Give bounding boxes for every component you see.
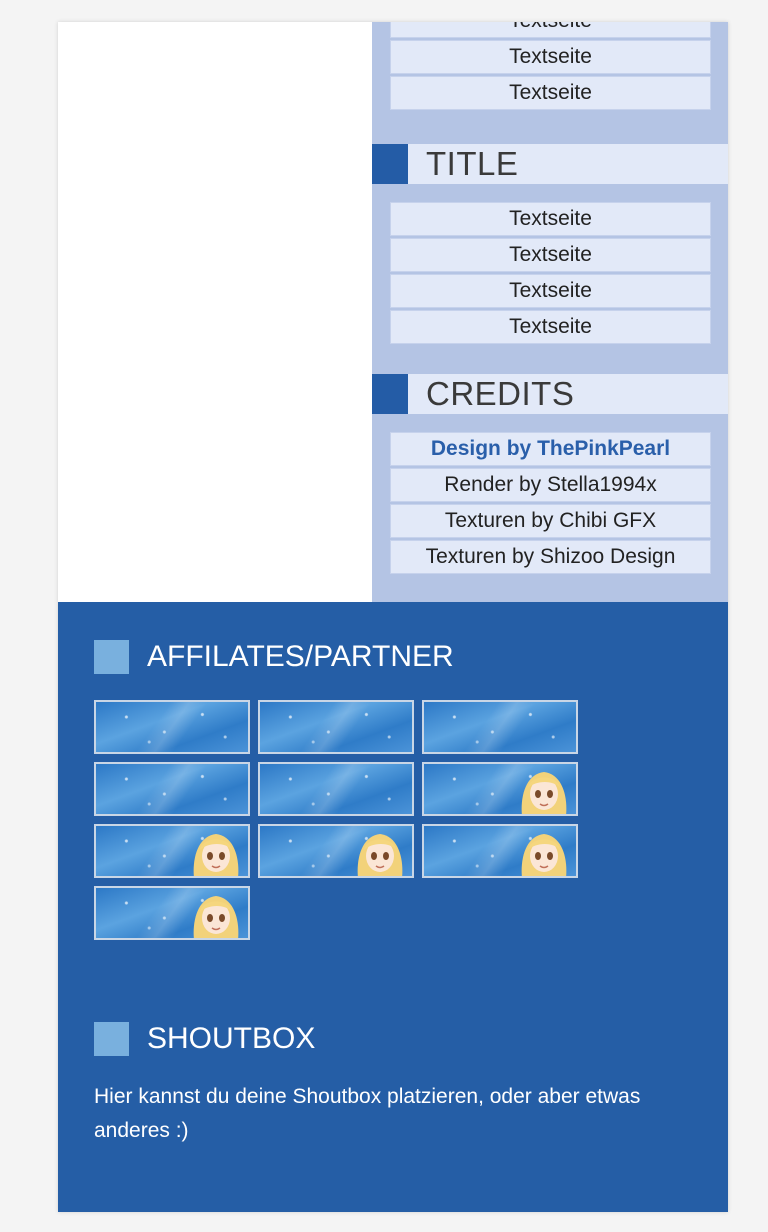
affiliate-banner[interactable]	[422, 700, 578, 754]
nav-list-title: Textseite Textseite Textseite Textseite	[390, 202, 711, 346]
sidebar: Textseite Textseite Textseite TITLE Text…	[372, 22, 728, 602]
credit-item: Texturen by Shizoo Design	[390, 540, 711, 574]
credit-design-link[interactable]: Design by ThePinkPearl	[390, 432, 711, 466]
anime-character-icon	[357, 834, 403, 876]
shoutbox-title: SHOUTBOX	[147, 1022, 316, 1055]
nav-item[interactable]: Textseite	[390, 202, 711, 236]
footer: AFFILATES/PARTNER SHOUTBOX Hier kannst d…	[58, 602, 728, 1212]
anime-character-icon	[193, 834, 239, 876]
affiliate-banner[interactable]	[258, 824, 414, 878]
affiliate-banner[interactable]	[258, 700, 414, 754]
heading-square-icon	[94, 640, 129, 674]
section-marker	[372, 374, 408, 414]
nav-item[interactable]: Textseite	[390, 310, 711, 344]
section-title-credits: CREDITS	[372, 374, 728, 414]
credit-item: Render by Stella1994x	[390, 468, 711, 502]
anime-character-icon	[521, 834, 567, 876]
anime-character-icon	[193, 896, 239, 938]
affiliate-banner[interactable]	[422, 762, 578, 816]
page-container: Textseite Textseite Textseite TITLE Text…	[58, 22, 728, 1212]
affiliate-banner[interactable]	[94, 886, 250, 940]
affiliate-banner[interactable]	[94, 762, 250, 816]
affiliates-title: AFFILATES/PARTNER	[147, 640, 454, 673]
section-heading: TITLE	[426, 145, 519, 182]
nav-item[interactable]: Textseite	[390, 76, 711, 110]
nav-item[interactable]: Textseite	[390, 40, 711, 74]
nav-item[interactable]: Textseite	[390, 274, 711, 308]
section-marker	[372, 144, 408, 184]
nav-item[interactable]: Textseite	[390, 238, 711, 272]
section-heading: CREDITS	[426, 375, 575, 412]
anime-character-icon	[521, 772, 567, 814]
nav-list-credits: Design by ThePinkPearl Render by Stella1…	[390, 432, 711, 576]
content-area	[58, 22, 372, 602]
credit-item: Texturen by Chibi GFX	[390, 504, 711, 538]
nav-list-top: Textseite Textseite Textseite	[390, 22, 711, 112]
affiliate-banner[interactable]	[422, 824, 578, 878]
affiliate-banner[interactable]	[94, 824, 250, 878]
shoutbox-text: Hier kannst du deine Shoutbox platzieren…	[94, 1085, 641, 1142]
affiliate-banner[interactable]	[258, 762, 414, 816]
affiliate-banner[interactable]	[94, 700, 250, 754]
heading-square-icon	[94, 1022, 129, 1056]
nav-item[interactable]: Textseite	[390, 22, 711, 38]
section-title-title: TITLE	[372, 144, 728, 184]
